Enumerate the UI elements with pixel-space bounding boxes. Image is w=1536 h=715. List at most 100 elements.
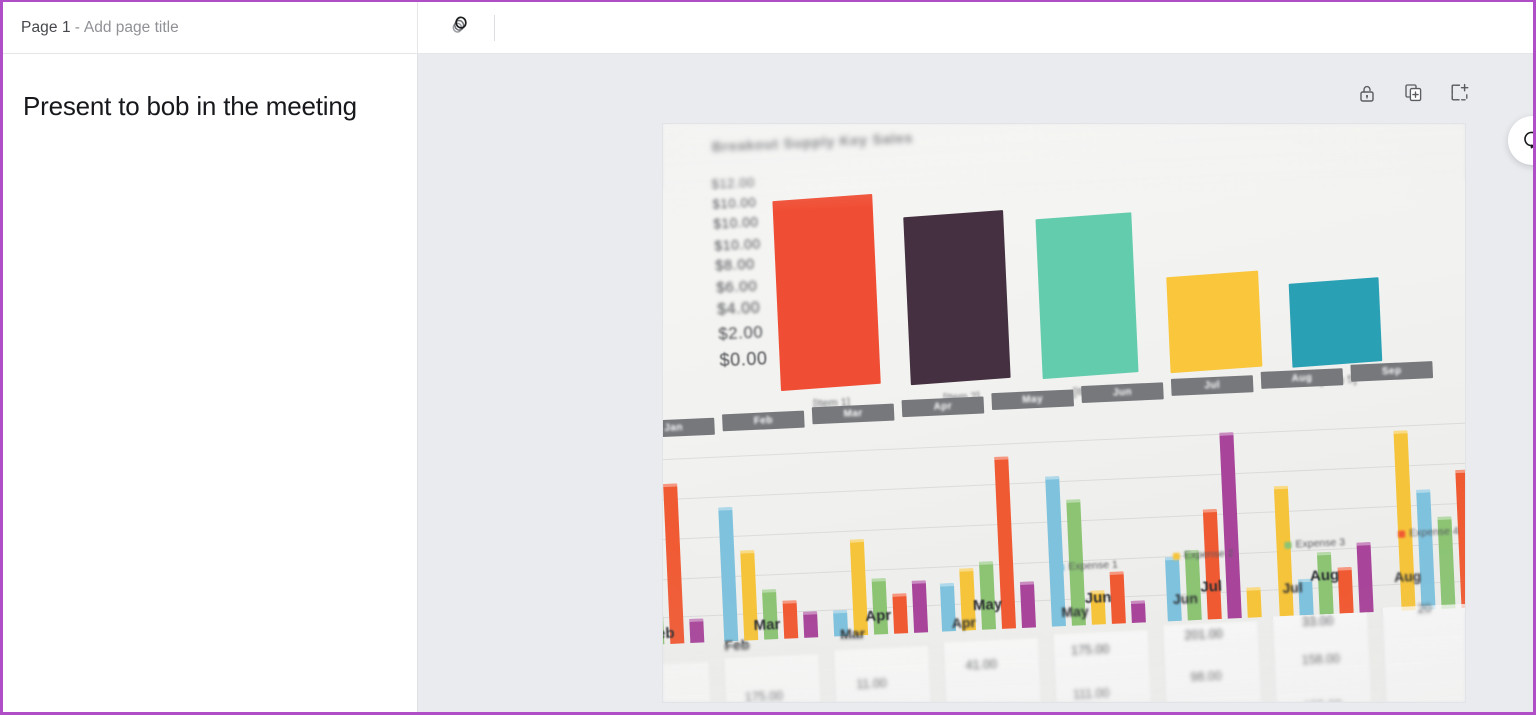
table-header: May [1060,602,1089,621]
bar [1416,489,1436,610]
bar [1035,212,1139,380]
month-label: Mar [753,615,781,635]
table-column [832,646,936,702]
notes-text: Present to bob in the meeting [23,91,357,121]
toolbar-divider [494,14,495,41]
bar [1288,277,1383,368]
table-cell: 201.00 [1184,626,1224,643]
duplicate-page-button[interactable] [1400,82,1426,108]
month-label: Feb [663,624,675,643]
table-cell: 158.00 [1301,651,1341,668]
bar [1337,566,1354,614]
month-label: Jun [1112,386,1133,399]
bar [772,193,881,392]
page-number-label: Page 1 [21,18,71,36]
bar [689,618,705,644]
bar [782,600,799,639]
month-label: Jul [1199,577,1223,596]
add-comment-icon [1521,126,1533,155]
table-cell: 98.00 [1190,668,1222,685]
month-label: Jun [1084,588,1112,608]
month-label: Mar [843,407,863,420]
ytick: $10.00 [713,235,762,254]
bar [1246,587,1262,618]
top-bar: Page 1 - Add page title Animate Position [3,2,1533,74]
lock-icon [1357,83,1377,108]
photo-content: Creative System Breakout Supply Key Sale… [663,124,1465,702]
add-page-button[interactable] [1446,82,1472,108]
page-title-separator: - [74,18,80,36]
animate-button[interactable]: Animate [436,7,799,74]
page-title-field[interactable]: Page 1 - Add page title [3,2,418,53]
bar [1273,485,1294,617]
legend-label: Expense 3 [1295,536,1346,551]
legend-label: Expense 1 [1068,558,1119,573]
table-cell: 175.00 [1070,642,1110,658]
lock-button[interactable] [1354,82,1380,108]
table-column [1381,603,1465,702]
ytick: $0.00 [719,347,768,370]
canvas-tool-row [1354,82,1472,108]
bar [1219,432,1242,619]
month-label: May [972,595,1003,615]
bar [1019,581,1036,628]
table-cell: 175.00 [744,688,784,702]
legend-label: Expense 4 [1408,525,1459,540]
month-label: Apr [864,606,892,626]
bar [1166,270,1263,374]
bar [1164,556,1182,622]
photo-chart-title: Creative System [716,124,880,126]
bar [1455,469,1465,609]
table-cell: 20 [1417,601,1432,617]
photo-chart-subtitle: Breakout Supply Key Sales [711,129,914,155]
month-label: Aug [1309,566,1340,585]
design-canvas[interactable]: Creative System Breakout Supply Key Sale… [418,54,1533,712]
animate-circles-icon [448,13,472,42]
table-cell: 41.00 [965,657,998,673]
bar [911,580,929,633]
table-header: Mar [839,625,866,643]
month-label: Aug [1291,372,1313,385]
bar [1202,509,1222,620]
table-header: Aug [1393,567,1422,586]
notes-panel[interactable]: Present to bob in the meeting [3,54,418,712]
table-cell: 11.00 [856,676,888,692]
photo-top-bar-chart: [Item 1] [Item 2] [Item 3] [Item 4] [761,125,1465,410]
ytick: $10.00 [713,214,759,232]
bar [663,483,685,644]
table-header: Apr [951,614,977,632]
bar [718,506,739,642]
business-charts-photo[interactable]: Creative System Breakout Supply Key Sale… [663,124,1465,702]
table-cell: 33.00 [1301,613,1334,630]
position-button[interactable]: Position [505,22,799,74]
ytick: $12.00 [711,174,756,192]
ytick: $10.00 [712,194,757,212]
table-header: Jun [1172,589,1199,608]
bar [903,210,1011,386]
ytick: $2.00 [717,322,764,344]
editor-page-frame: Page 1 - Add page title Animate Position [0,0,1536,715]
table-header: Jul [1282,579,1304,597]
object-toolbar: Animate Position [418,2,1533,74]
add-comment-button[interactable] [1508,116,1533,165]
table-column [663,662,717,702]
bar [892,593,909,634]
photo-chart-yaxis: $12.00 $10.00 $10.00 $10.00 $8.00 $6.00 … [711,174,768,376]
editor-body: Present to bob in the meeting Breakout S… [3,54,1533,712]
month-label: May [1022,393,1044,406]
month-label: Sep [1381,365,1402,378]
ytick: $4.00 [716,299,761,319]
page-title-placeholder: Add page title [83,18,179,36]
table-cell: 111.00 [1072,686,1110,702]
ytick: $8.00 [714,256,756,275]
bar [803,611,819,638]
ytick: $6.00 [715,277,758,297]
month-label: Jul [1204,379,1221,392]
add-page-icon [1449,82,1470,108]
table-header: Feb [724,636,750,654]
table-cell: 155.00 [1304,698,1343,702]
legend-label: Expense 2 [1183,547,1234,562]
bar [1356,542,1374,613]
bar [1109,571,1126,624]
duplicate-page-icon [1403,82,1424,108]
